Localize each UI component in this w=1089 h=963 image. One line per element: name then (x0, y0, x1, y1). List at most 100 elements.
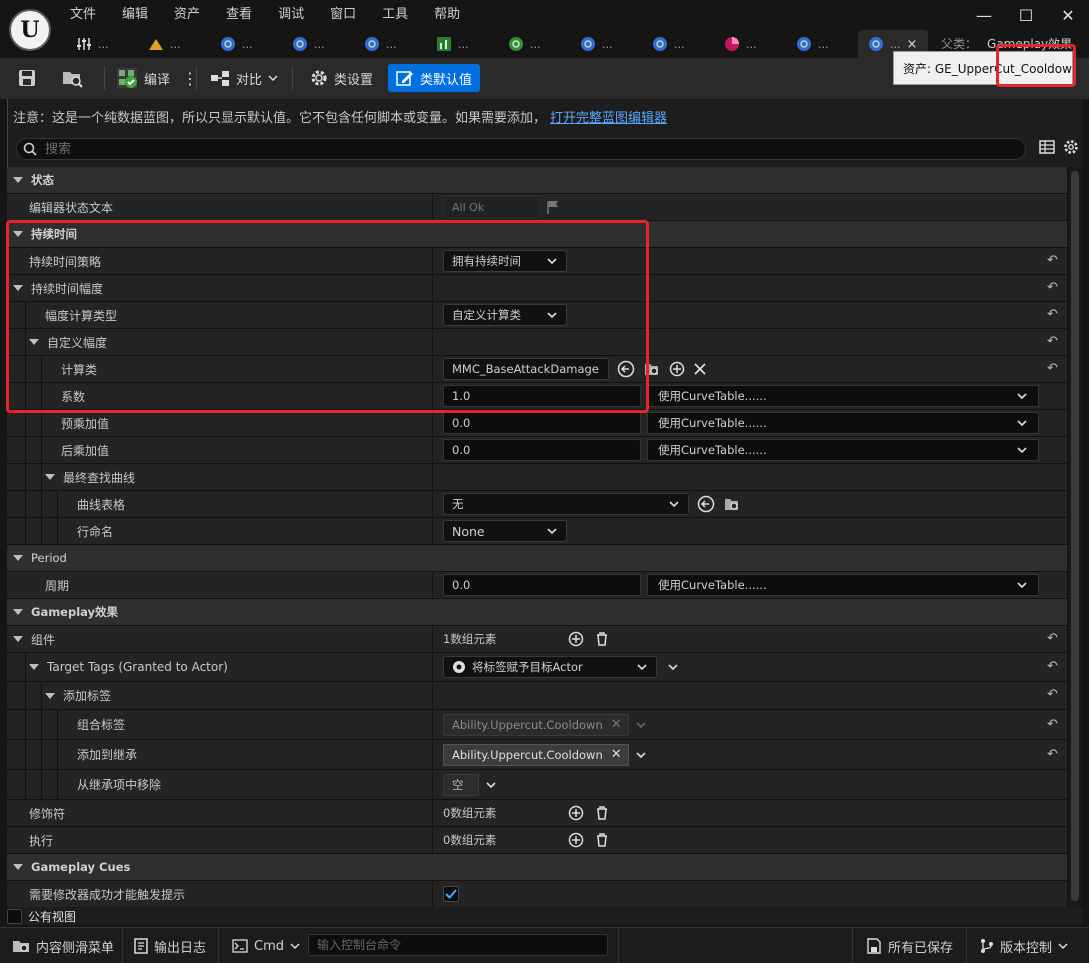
maximize-icon[interactable]: ☐ (1005, 0, 1047, 30)
expand-arrow-icon[interactable] (45, 692, 55, 699)
reset-to-default-icon[interactable]: ↶ (1047, 688, 1061, 702)
menu-debug[interactable]: 调试 (278, 6, 316, 24)
compile-button[interactable]: 编译 ⋮ (116, 64, 198, 92)
document-tab[interactable]: ... (714, 30, 786, 58)
document-tab[interactable]: ... (210, 30, 282, 58)
close-window-icon[interactable]: ✕ (1047, 0, 1089, 30)
expand-arrow-icon[interactable] (29, 339, 39, 345)
reset-to-default-icon[interactable]: ↶ (1047, 362, 1061, 376)
category-gameplay-cues[interactable]: Gameplay Cues (7, 854, 1067, 881)
document-tab[interactable]: ... (138, 30, 210, 58)
reset-to-default-icon[interactable]: ↶ (1047, 632, 1061, 646)
menu-view[interactable]: 查看 (226, 6, 264, 24)
clear-icon[interactable] (693, 362, 707, 376)
output-log-button[interactable]: 输出日志 (134, 928, 206, 963)
public-view-checkbox[interactable] (7, 908, 22, 924)
magnitude-calc-type-dropdown[interactable]: 自定义计算类 (443, 304, 567, 326)
require-modifier-checkbox[interactable] (443, 886, 459, 902)
property-row[interactable]: 添加标签 ↶ (7, 682, 1067, 710)
menu-window[interactable]: 窗口 (330, 6, 368, 24)
reset-to-default-icon[interactable]: ↶ (1047, 335, 1061, 349)
expand-arrow-icon[interactable] (13, 231, 23, 237)
expand-arrow-icon[interactable] (13, 555, 23, 561)
expand-arrow-icon[interactable] (13, 636, 23, 642)
property-row[interactable]: 自定义幅度 ↶ (7, 329, 1067, 356)
tag-picker-chevron-icon[interactable] (635, 749, 647, 761)
category-status[interactable]: 状态 (7, 167, 1067, 194)
document-tab[interactable]: ... (642, 30, 714, 58)
row-name-dropdown[interactable]: None (443, 520, 567, 542)
coefficient-input[interactable]: 1.0 (443, 385, 641, 407)
expand-arrow-icon[interactable] (13, 609, 23, 615)
reset-to-default-icon[interactable]: ↶ (1047, 254, 1061, 268)
period-curve-dropdown[interactable]: 使用CurveTable...... (647, 574, 1039, 596)
category-period[interactable]: Period (7, 545, 1067, 572)
calculation-class-dropdown[interactable]: MMC_BaseAttackDamage (443, 358, 609, 380)
property-row[interactable]: 持续时间幅度 ↶ (7, 275, 1067, 302)
trash-icon[interactable] (594, 805, 610, 821)
property-row[interactable]: 组件 1数组元素 ↶ (7, 626, 1067, 653)
menu-asset[interactable]: 资产 (174, 6, 212, 24)
expand-arrow-icon[interactable] (29, 664, 39, 670)
document-tab[interactable]: ... (282, 30, 354, 58)
menu-edit[interactable]: 编辑 (122, 6, 160, 24)
diff-button[interactable]: 对比 (210, 64, 278, 92)
category-gameplay-effect[interactable]: Gameplay效果 (7, 599, 1067, 626)
browse-icon[interactable] (723, 495, 741, 513)
curve-table-dropdown[interactable]: 无 (443, 493, 689, 515)
document-tab[interactable]: ... (498, 30, 570, 58)
document-tab[interactable]: ... (66, 30, 138, 58)
minimize-icon[interactable]: — (963, 0, 1005, 30)
reset-to-default-icon[interactable]: ↶ (1047, 308, 1061, 322)
component-class-dropdown[interactable]: 将标签赋予目标Actor (443, 656, 657, 678)
search-input[interactable] (45, 141, 945, 157)
added-tag-chip[interactable]: Ability.Uppercut.Cooldown ✕ (443, 743, 629, 766)
menu-file[interactable]: 文件 (70, 6, 108, 24)
parent-class-value[interactable]: Gameplay效果 (987, 37, 1072, 51)
use-selected-icon[interactable] (617, 360, 635, 378)
reset-to-default-icon[interactable]: ↶ (1047, 281, 1061, 295)
close-tab-icon[interactable]: × (907, 37, 918, 52)
property-row[interactable]: Target Tags (Granted to Actor) 将标签赋予目标Ac… (7, 653, 1067, 682)
element-options-chevron-icon[interactable] (667, 661, 679, 673)
console-command-input[interactable] (308, 934, 608, 956)
period-input[interactable]: 0.0 (443, 574, 641, 596)
post-multiply-curve-dropdown[interactable]: 使用CurveTable...... (647, 439, 1039, 461)
menu-help[interactable]: 帮助 (434, 6, 472, 24)
category-duration[interactable]: 持续时间 (7, 221, 1067, 248)
property-matrix-icon[interactable] (1039, 139, 1055, 155)
document-tab[interactable]: ... (354, 30, 426, 58)
post-multiply-input[interactable]: 0.0 (443, 439, 641, 461)
vertical-scrollbar[interactable] (1069, 167, 1081, 907)
duration-policy-dropdown[interactable]: 拥有持续时间 (443, 250, 567, 272)
pre-multiply-input[interactable]: 0.0 (443, 412, 641, 434)
property-row[interactable]: 最终查找曲线 (7, 464, 1067, 491)
pre-multiply-curve-dropdown[interactable]: 使用CurveTable...... (647, 412, 1039, 434)
reset-to-default-icon[interactable]: ↶ (1047, 718, 1061, 732)
remove-tag-icon[interactable]: ✕ (611, 747, 622, 762)
class-settings-button[interactable]: 类设置 (310, 64, 373, 92)
add-element-icon[interactable] (568, 832, 584, 848)
open-full-editor-link[interactable]: 打开完整蓝图编辑器 (550, 111, 667, 126)
menu-tools[interactable]: 工具 (382, 6, 420, 24)
class-defaults-button[interactable]: 类默认值 (388, 64, 481, 92)
source-control-button[interactable]: 版本控制 (980, 928, 1068, 963)
tag-picker-chevron-icon[interactable] (485, 779, 497, 791)
reset-to-default-icon[interactable]: ↶ (1047, 748, 1061, 762)
add-icon[interactable] (669, 361, 685, 377)
expand-arrow-icon[interactable] (45, 474, 55, 480)
use-selected-icon[interactable] (697, 495, 715, 513)
document-tab[interactable]: ... (426, 30, 498, 58)
unreal-logo-icon[interactable]: U (9, 9, 51, 51)
add-element-icon[interactable] (568, 631, 584, 647)
document-tab[interactable]: ... (570, 30, 642, 58)
document-tab[interactable]: ... (786, 30, 858, 58)
browse-icon[interactable] (643, 360, 661, 378)
scrollbar-thumb[interactable] (1071, 171, 1079, 901)
all-saved-button[interactable]: 所有已保存 (866, 928, 953, 963)
expand-arrow-icon[interactable] (13, 285, 23, 291)
expand-arrow-icon[interactable] (13, 177, 23, 183)
content-drawer-button[interactable]: 内容侧滑菜单 (12, 928, 114, 963)
expand-arrow-icon[interactable] (13, 864, 23, 870)
save-button[interactable] (18, 64, 36, 92)
